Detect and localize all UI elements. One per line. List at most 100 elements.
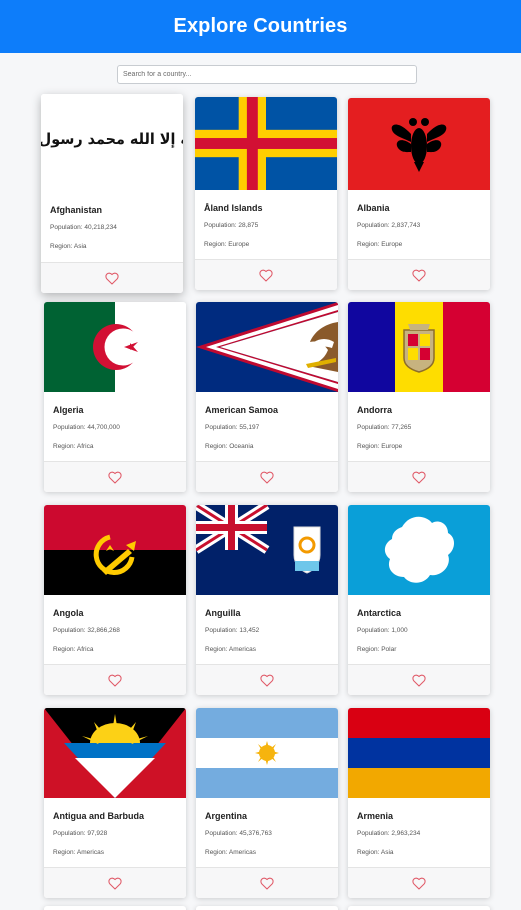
country-card-anguilla[interactable]: Anguilla Population: 13,452 Region: Amer… xyxy=(196,505,338,695)
country-card-antarctica[interactable]: Antarctica Population: 1,000 Region: Pol… xyxy=(348,505,490,695)
population-label: Population: xyxy=(53,830,88,837)
country-card-algeria[interactable]: Algeria Population: 44,700,000 Region: A… xyxy=(44,302,186,492)
region-value: Polar xyxy=(381,646,397,653)
country-card-argentina[interactable]: Argentina Population: 45,376,763 Region:… xyxy=(196,708,338,898)
region-value: Americas xyxy=(228,849,256,856)
favorite-heart-icon[interactable] xyxy=(105,272,119,285)
favorite-heart-icon[interactable] xyxy=(412,269,426,282)
card-footer xyxy=(348,664,490,695)
country-population: Population: 13,452 xyxy=(205,627,329,634)
argentina-flag xyxy=(196,708,338,798)
country-region: Region: Asia xyxy=(357,849,481,856)
algeria-flag xyxy=(44,302,186,392)
country-region: Region: Americas xyxy=(205,646,329,653)
favorite-heart-icon[interactable] xyxy=(108,877,122,890)
country-card-american-samoa[interactable]: American Samoa Population: 55,197 Region… xyxy=(196,302,338,492)
country-card-aland-islands[interactable]: Åland Islands Population: 28,875 Region:… xyxy=(195,97,337,290)
armenia-flag xyxy=(348,708,490,798)
favorite-heart-icon[interactable] xyxy=(260,674,274,687)
country-name: Armenia xyxy=(357,811,394,821)
region-value: Africa xyxy=(76,443,94,450)
favorite-heart-icon[interactable] xyxy=(108,471,122,484)
country-region: Region: Americas xyxy=(53,849,177,856)
favorite-heart-icon[interactable] xyxy=(108,674,122,687)
country-name: Anguilla xyxy=(205,608,241,618)
country-card-antigua-and-barbuda[interactable]: Antigua and Barbuda Population: 97,928 R… xyxy=(44,708,186,898)
country-card-next-row[interactable] xyxy=(44,906,186,910)
region-label: Region: xyxy=(53,443,77,450)
angola-flag xyxy=(44,505,186,595)
card-footer xyxy=(348,867,490,898)
card-footer xyxy=(196,867,338,898)
country-region: Region: Polar xyxy=(357,646,481,653)
favorite-heart-icon[interactable] xyxy=(412,471,426,484)
region-value: Americas xyxy=(76,849,104,856)
card-footer xyxy=(348,461,490,492)
country-name: Albania xyxy=(357,203,390,213)
favorite-heart-icon[interactable] xyxy=(259,269,273,282)
country-name: Algeria xyxy=(53,405,84,415)
country-region: Region: Americas xyxy=(205,849,329,856)
country-population: Population: 1,000 xyxy=(357,627,481,634)
population-label: Population: xyxy=(357,830,392,837)
population-value: 1,000 xyxy=(391,627,408,634)
population-label: Population: xyxy=(205,830,240,837)
population-value: 32,866,268 xyxy=(87,627,120,634)
country-population: Population: 44,700,000 xyxy=(53,424,177,431)
card-footer xyxy=(44,664,186,695)
country-card-armenia[interactable]: Armenia Population: 2,963,234 Region: As… xyxy=(348,708,490,898)
region-value: Americas xyxy=(228,646,256,653)
country-name: Argentina xyxy=(205,811,248,821)
search-bar xyxy=(117,63,417,84)
american-samoa-flag xyxy=(196,302,338,392)
search-input[interactable] xyxy=(117,65,417,84)
population-value: 28,875 xyxy=(238,222,259,229)
country-name: American Samoa xyxy=(205,405,279,415)
country-name: Angola xyxy=(53,608,84,618)
region-label: Region: xyxy=(357,646,382,653)
population-value: 2,837,743 xyxy=(391,222,421,229)
population-value: 13,452 xyxy=(239,627,260,634)
country-card-andorra[interactable]: Andorra Population: 77,265 Region: Europ… xyxy=(348,302,490,492)
country-population: Population: 2,837,743 xyxy=(357,222,481,229)
country-region: Region: Africa xyxy=(53,646,177,653)
card-footer xyxy=(44,867,186,898)
population-value: 77,265 xyxy=(391,424,412,431)
country-region: Region: Asia xyxy=(50,243,174,250)
country-card-afghanistan[interactable]: لا إله إلا الله محمد رسول الله Afghanist… xyxy=(41,94,183,293)
page-title: Explore Countries xyxy=(173,15,348,37)
country-region: Region: Europe xyxy=(204,241,328,248)
afghanistan-flag: لا إله إلا الله محمد رسول الله xyxy=(41,94,183,192)
favorite-heart-icon[interactable] xyxy=(260,877,274,890)
country-population: Population: 45,376,763 xyxy=(205,830,329,837)
country-card-next-row[interactable] xyxy=(348,906,490,910)
albania-flag xyxy=(348,98,490,190)
favorite-heart-icon[interactable] xyxy=(260,471,274,484)
country-population: Population: 77,265 xyxy=(357,424,481,431)
country-population: Population: 32,866,268 xyxy=(53,627,177,634)
favorite-heart-icon[interactable] xyxy=(412,877,426,890)
country-name: Åland Islands xyxy=(204,203,263,213)
flag-inscription: لا إله إلا الله محمد رسول الله xyxy=(41,131,183,148)
antigua-and-barbuda-flag xyxy=(44,708,186,798)
favorite-heart-icon[interactable] xyxy=(412,674,426,687)
region-label: Region: xyxy=(204,241,229,248)
anguilla-flag xyxy=(196,505,338,595)
country-population: Population: 97,928 xyxy=(53,830,177,837)
country-card-albania[interactable]: Albania Population: 2,837,743 Region: Eu… xyxy=(348,98,490,290)
population-label: Population: xyxy=(205,424,240,431)
region-label: Region: xyxy=(205,849,229,856)
population-label: Population: xyxy=(53,424,88,431)
country-card-next-row[interactable] xyxy=(196,906,338,910)
card-footer xyxy=(196,664,338,695)
country-card-angola[interactable]: Angola Population: 32,866,268 Region: Af… xyxy=(44,505,186,695)
region-value: Africa xyxy=(76,646,94,653)
region-label: Region: xyxy=(53,646,77,653)
region-label: Region: xyxy=(357,443,382,450)
region-value: Asia xyxy=(73,243,87,250)
region-label: Region: xyxy=(50,243,74,250)
card-footer xyxy=(196,461,338,492)
country-name: Antarctica xyxy=(357,608,402,618)
region-label: Region: xyxy=(357,241,382,248)
population-value: 97,928 xyxy=(87,830,108,837)
